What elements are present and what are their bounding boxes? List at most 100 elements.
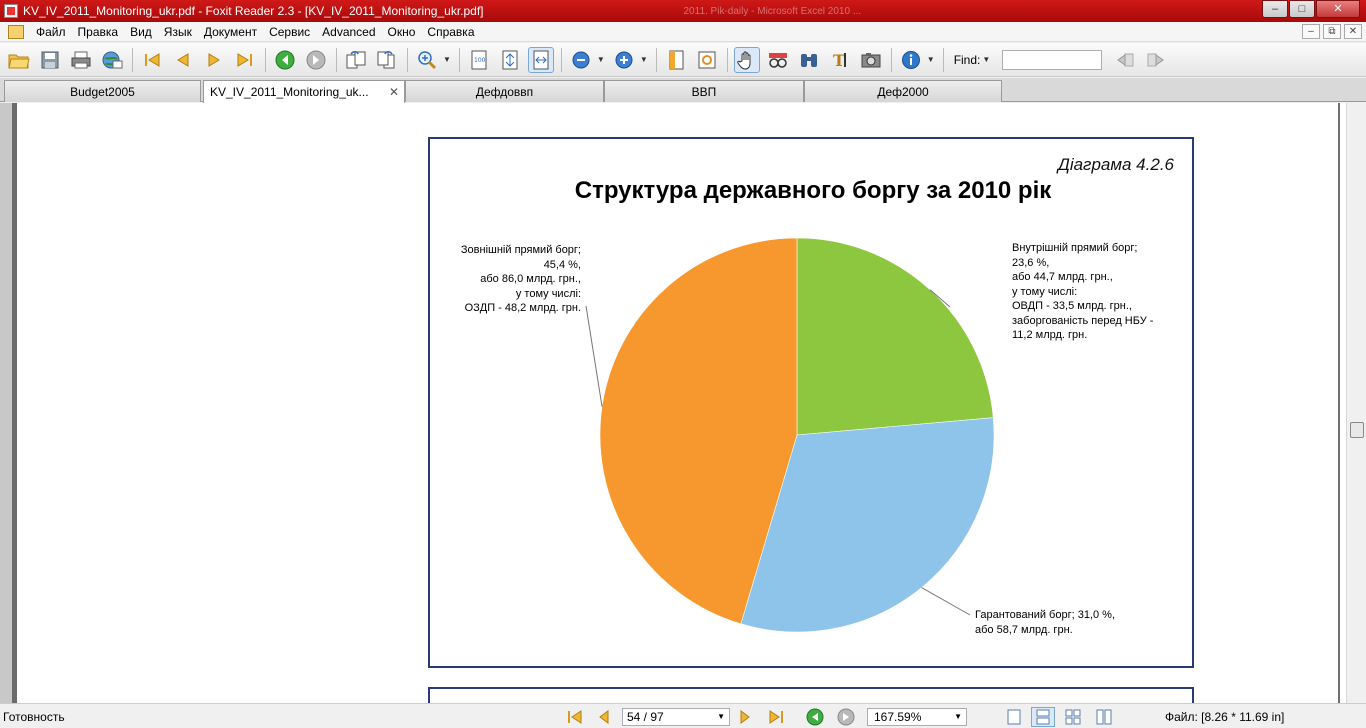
- tab-label: Budget2005: [70, 85, 135, 99]
- menu-document[interactable]: Документ: [198, 25, 263, 39]
- toolbar: ▼ 100 ▼ ▼ T ▼ Find: ▼: [0, 43, 1366, 77]
- domestic-debt-label-line: ОВДП - 33,5 млрд. грн.,: [1012, 300, 1132, 312]
- domestic-debt-label: Внутрішній прямий борг; 23,6 %, або 44,7…: [1012, 241, 1153, 343]
- document-menu-icon[interactable]: [8, 24, 24, 39]
- typewriter-icon[interactable]: T: [827, 47, 853, 73]
- close-button[interactable]: ✕: [1316, 0, 1360, 18]
- tab-label: KV_IV_2011_Monitoring_uk...: [210, 85, 369, 99]
- tab-kv-iv-2011-monitoring[interactable]: KV_IV_2011_Monitoring_uk... ✕: [203, 80, 405, 103]
- find-label: Find:: [953, 52, 981, 67]
- document-view[interactable]: Діаграма 4.2.6 Структура державного борг…: [0, 103, 1366, 717]
- last-page-icon[interactable]: [232, 47, 258, 73]
- page-number-field[interactable]: 54 / 97 ▼: [622, 708, 730, 726]
- external-debt-label-line: або 86,0 млрд. грн.,: [480, 273, 581, 285]
- external-debt-label: Зовнішній прямий борг; 45,4 %, або 86,0 …: [438, 243, 581, 316]
- menu-advanced[interactable]: Advanced: [316, 25, 381, 39]
- background-window-title: 2011. Pik-daily - Microsoft Excel 2010 .…: [683, 5, 862, 17]
- continuous-facing-view-icon[interactable]: [1092, 707, 1116, 727]
- page-dropdown-arrow[interactable]: ▼: [717, 709, 725, 725]
- menu-tools[interactable]: Сервис: [263, 25, 316, 39]
- menu-view[interactable]: Вид: [124, 25, 158, 39]
- zoom-plus-dropdown-arrow[interactable]: ▼: [640, 55, 648, 64]
- tab-close-icon[interactable]: ✕: [389, 81, 399, 103]
- vertical-scrollbar[interactable]: [1346, 103, 1366, 703]
- save-icon[interactable]: [37, 47, 63, 73]
- external-debt-label-line: у тому числі:: [515, 287, 581, 300]
- find-binoculars-icon[interactable]: [796, 47, 822, 73]
- find-input[interactable]: [1002, 49, 1103, 70]
- snapshot-camera-icon[interactable]: [858, 47, 884, 73]
- fit-page-icon[interactable]: [497, 47, 523, 73]
- document-tabs: Budget2005 KV_IV_2011_Monitoring_uk... ✕ …: [0, 78, 1366, 103]
- zoom-out-icon[interactable]: [568, 47, 594, 73]
- domestic-debt-label-line: у тому числі:: [1012, 285, 1078, 298]
- zoom-plus-icon[interactable]: [611, 47, 637, 73]
- hand-tool-icon[interactable]: [733, 46, 760, 73]
- next-page-icon[interactable]: [201, 47, 227, 73]
- select-text-icon[interactable]: [765, 47, 791, 73]
- zoom-level-dropdown-arrow[interactable]: ▼: [954, 709, 962, 725]
- back-icon[interactable]: [272, 47, 298, 73]
- page-thumbnails-icon[interactable]: [694, 47, 720, 73]
- tab-def2000[interactable]: Деф2000: [804, 80, 1002, 102]
- status-last-page-icon[interactable]: [766, 707, 786, 727]
- status-back-icon[interactable]: [805, 707, 825, 727]
- status-first-page-icon[interactable]: [565, 707, 585, 727]
- menu-file[interactable]: Файл: [30, 25, 72, 39]
- tab-vvp[interactable]: ВВП: [604, 80, 804, 102]
- find-options-arrow[interactable]: ▼: [982, 55, 990, 64]
- domestic-debt-label-line: Внутрішній прямий борг;: [1012, 242, 1138, 254]
- status-forward-icon[interactable]: [836, 707, 856, 727]
- facing-view-icon[interactable]: [1061, 707, 1085, 727]
- rotate-counter-icon[interactable]: [374, 47, 400, 73]
- maximize-button[interactable]: □: [1289, 0, 1315, 18]
- doc-minimize-button[interactable]: –: [1302, 24, 1320, 39]
- left-panel-strip: [0, 103, 12, 703]
- diagram-frame: Діаграма 4.2.6 Структура державного борг…: [428, 137, 1194, 668]
- status-next-page-icon[interactable]: [735, 707, 755, 727]
- status-previous-page-icon[interactable]: [594, 707, 614, 727]
- left-panel-divider[interactable]: [12, 103, 17, 703]
- external-debt-label-line: 45,4 %,: [543, 258, 581, 271]
- find-previous-icon[interactable]: [1112, 47, 1138, 73]
- menu-window[interactable]: Окно: [382, 25, 422, 39]
- menu-edit[interactable]: Правка: [72, 25, 125, 39]
- page-number-value: 54 / 97: [627, 710, 664, 724]
- tab-defdovvp[interactable]: Дефдоввп: [405, 80, 604, 102]
- find-next-icon[interactable]: [1143, 47, 1169, 73]
- pie-slice: [796, 237, 994, 436]
- print-icon[interactable]: [68, 47, 94, 73]
- minimize-button[interactable]: –: [1262, 0, 1288, 18]
- tab-budget2005[interactable]: Budget2005: [4, 80, 201, 102]
- rotate-page-icon[interactable]: [343, 47, 369, 73]
- scrollbar-thumb[interactable]: [1350, 422, 1364, 438]
- actual-size-icon[interactable]: 100: [466, 47, 492, 73]
- svg-text:100: 100: [474, 57, 486, 64]
- forward-icon[interactable]: [303, 47, 329, 73]
- previous-page-icon[interactable]: [170, 47, 196, 73]
- bookmark-panel-icon[interactable]: [663, 47, 689, 73]
- fit-width-icon[interactable]: [527, 46, 554, 73]
- menu-help[interactable]: Справка: [421, 25, 480, 39]
- zoom-in-icon[interactable]: [414, 47, 440, 73]
- page-right-edge: [1338, 103, 1340, 703]
- doc-restore-button[interactable]: ⧉: [1323, 24, 1341, 39]
- globe-email-icon[interactable]: [99, 47, 125, 73]
- open-folder-icon[interactable]: [6, 47, 32, 73]
- leader-line: [921, 587, 971, 616]
- info-icon[interactable]: [898, 47, 924, 73]
- doc-close-button[interactable]: ✕: [1344, 24, 1362, 39]
- external-debt-label-line: Зовнішній прямий борг;: [460, 244, 581, 256]
- info-dropdown-arrow[interactable]: ▼: [927, 55, 935, 64]
- continuous-view-icon[interactable]: [1031, 707, 1055, 727]
- single-page-view-icon[interactable]: [1002, 707, 1026, 727]
- first-page-icon[interactable]: [139, 47, 165, 73]
- file-size-text: Файл: [8.26 * 11.69 in]: [1165, 710, 1285, 724]
- zoom-dropdown-arrow[interactable]: ▼: [443, 55, 451, 64]
- status-ready-text: Готовность: [3, 710, 65, 724]
- tab-label: ВВП: [691, 85, 717, 99]
- zoom-level-field[interactable]: 167.59% ▼: [867, 708, 967, 726]
- zoom-out-dropdown-arrow[interactable]: ▼: [597, 55, 605, 64]
- menu-language[interactable]: Язык: [158, 25, 198, 39]
- guaranteed-debt-label-line: Гарантований борг; 31,0 %,: [975, 609, 1116, 621]
